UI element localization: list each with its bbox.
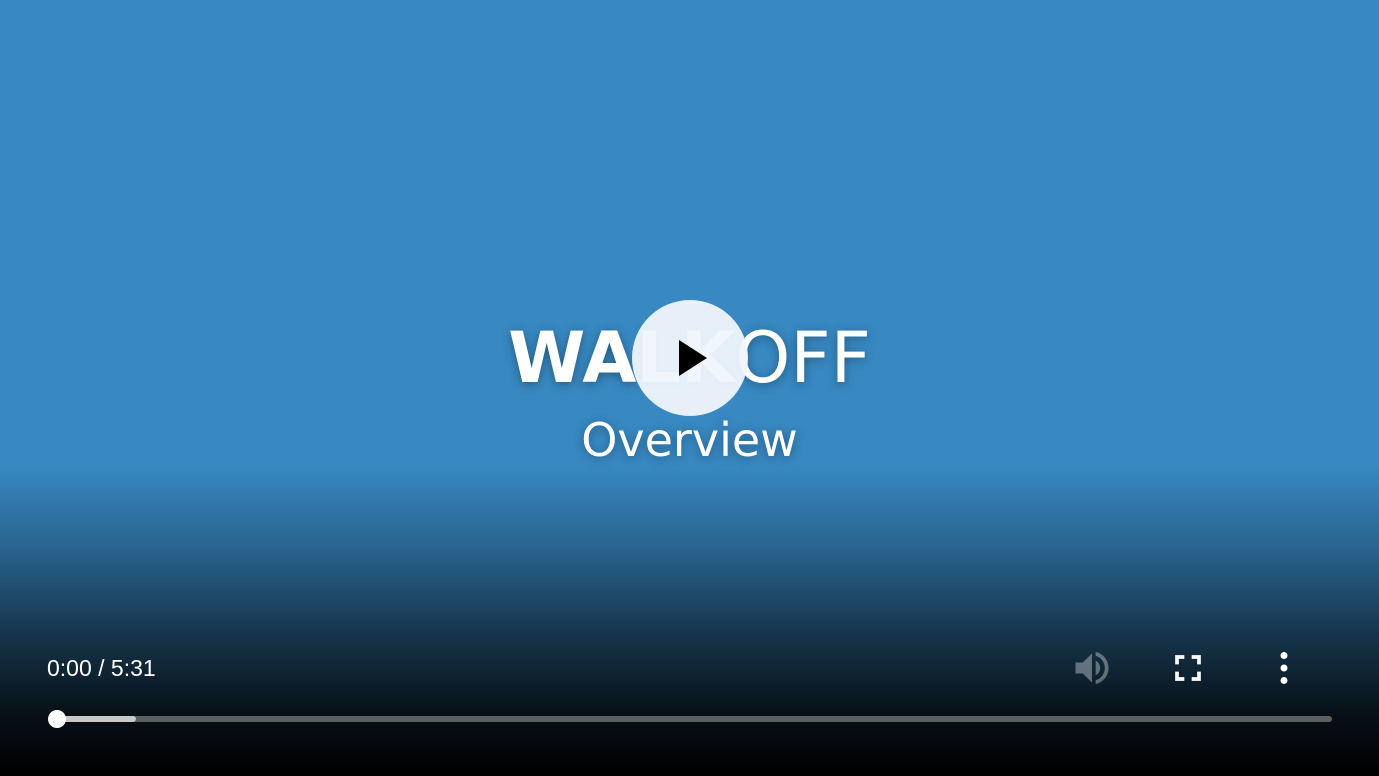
video-player[interactable]: WALKOFF Overview 0:00 / 5:31	[0, 0, 1379, 776]
mute-button[interactable]	[1070, 646, 1114, 690]
controls-gradient	[0, 466, 1379, 776]
progress-bar[interactable]	[48, 710, 1332, 728]
more-vert-icon	[1280, 652, 1288, 684]
buffered-bar	[57, 716, 137, 722]
progress-thumb[interactable]	[48, 710, 66, 728]
fullscreen-icon	[1175, 655, 1201, 681]
volume-icon	[1075, 651, 1109, 685]
time-display: 0:00 / 5:31	[47, 655, 156, 681]
more-options-button[interactable]	[1262, 646, 1306, 690]
fullscreen-button[interactable]	[1166, 646, 1210, 690]
play-button[interactable]	[632, 300, 748, 416]
poster-title-light: OFF	[735, 317, 871, 399]
poster-subtitle: Overview	[581, 413, 798, 467]
play-icon	[679, 340, 707, 376]
